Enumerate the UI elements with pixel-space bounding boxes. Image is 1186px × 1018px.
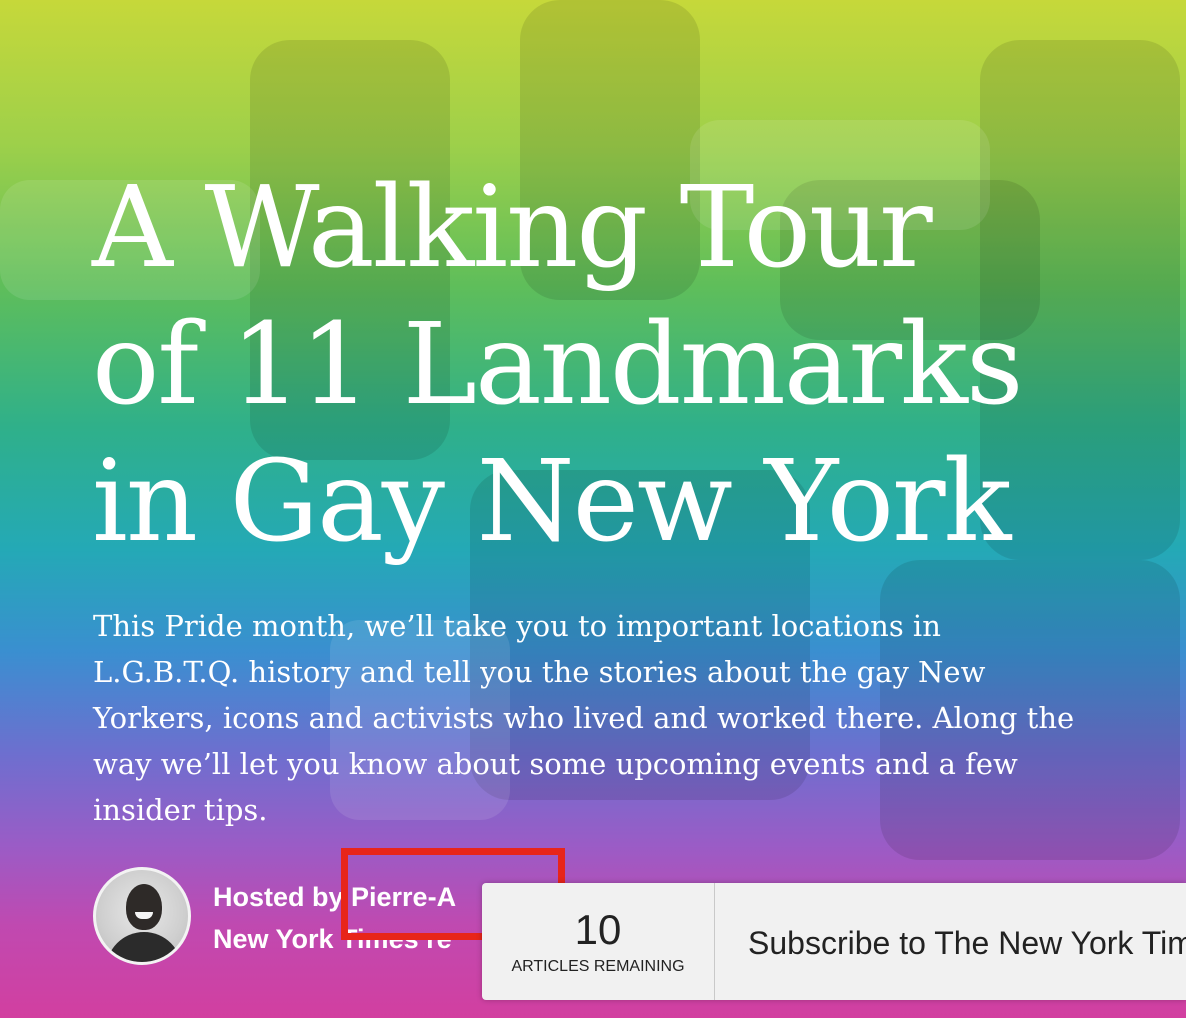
summary-line: Yorkers, icons and activists who lived a… — [93, 701, 1075, 735]
hero-banner: A Walking Tour of 11 Landmarks in Gay Ne… — [0, 0, 1186, 1018]
summary-line: This Pride month, we’ll take you to impo… — [93, 609, 941, 643]
avatar — [93, 867, 191, 965]
articles-remaining-count: 10 — [574, 906, 622, 953]
summary-line: way we’ll let you know about some upcomi… — [93, 747, 1018, 781]
subscribe-link[interactable]: Subscribe to The New York Times — [748, 923, 1186, 963]
articles-remaining-meter: 10 ARTICLES REMAINING — [482, 883, 715, 1000]
article-summary: This Pride month, we’ll take you to impo… — [93, 603, 1153, 833]
headline-line: in Gay New York — [92, 437, 1011, 567]
summary-line: L.G.B.T.Q. history and tell you the stor… — [93, 655, 986, 689]
subscription-meter-bar: 10 ARTICLES REMAINING Subscribe to The N… — [482, 883, 1186, 1000]
summary-line: insider tips. — [93, 793, 268, 827]
headline-line: A Walking Tour — [92, 163, 933, 293]
headline-line: of 11 Landmarks — [92, 300, 1023, 430]
articles-remaining-label: ARTICLES REMAINING — [511, 958, 685, 975]
page-title: A Walking Tour of 11 Landmarks in Gay Ne… — [92, 160, 1152, 571]
